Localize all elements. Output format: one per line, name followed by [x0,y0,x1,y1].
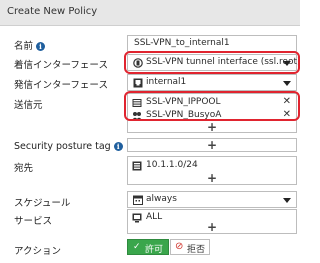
service-icon [132,213,142,223]
service-item-label: ALL [146,212,163,222]
schedule-value: always [146,194,177,204]
service-list[interactable]: ALL + [127,209,297,234]
calendar-icon [133,195,143,205]
incoming-interface-highlight [124,51,300,74]
accept-button[interactable]: ✓ 許可 [127,239,169,255]
name-label: 名前 i [14,38,46,52]
deny-icon: ⊘ [175,241,184,252]
chevron-down-icon [283,198,291,203]
deny-button[interactable]: ⊘ 拒否 [170,239,210,255]
outgoing-interface-label: 発信インターフェース [14,80,108,91]
name-input[interactable]: SSL-VPN_to_internal1 [127,35,297,52]
check-icon: ✓ [133,242,141,252]
address-icon [132,161,142,171]
security-posture-tag-field[interactable]: + [127,138,297,152]
add-tag-button[interactable]: + [207,139,217,151]
service-label: サービス [14,216,53,227]
source-label: 送信元 [14,100,43,111]
info-icon[interactable]: i [113,142,123,151]
outgoing-interface-select[interactable]: internal1 [127,74,297,91]
incoming-interface-label: 着信インターフェース [14,60,108,71]
outgoing-interface-value: internal1 [146,77,187,87]
add-source-button[interactable]: + [207,121,217,133]
deny-label: 拒否 [187,245,206,255]
dialog-titlebar: Create New Policy [0,0,300,26]
dialog-title: Create New Policy [7,6,98,17]
destination-item-label: 10.1.1.0/24 [146,160,198,170]
chevron-down-icon [283,81,291,86]
destination-label: 宛先 [14,163,34,174]
add-destination-button[interactable]: + [207,172,217,184]
action-label: アクション [14,246,62,257]
port-icon [133,78,143,88]
info-icon[interactable]: i [36,42,46,51]
source-highlight [124,91,300,121]
accept-label: 許可 [145,245,164,255]
schedule-select[interactable]: always [127,191,297,208]
add-service-button[interactable]: + [207,221,217,233]
security-posture-tag-label: Security posture tag i [14,141,123,152]
name-value: SSL-VPN_to_internal1 [134,38,230,48]
schedule-label: スケジュール [14,198,71,209]
destination-list[interactable]: 10.1.1.0/24 + [127,156,297,185]
